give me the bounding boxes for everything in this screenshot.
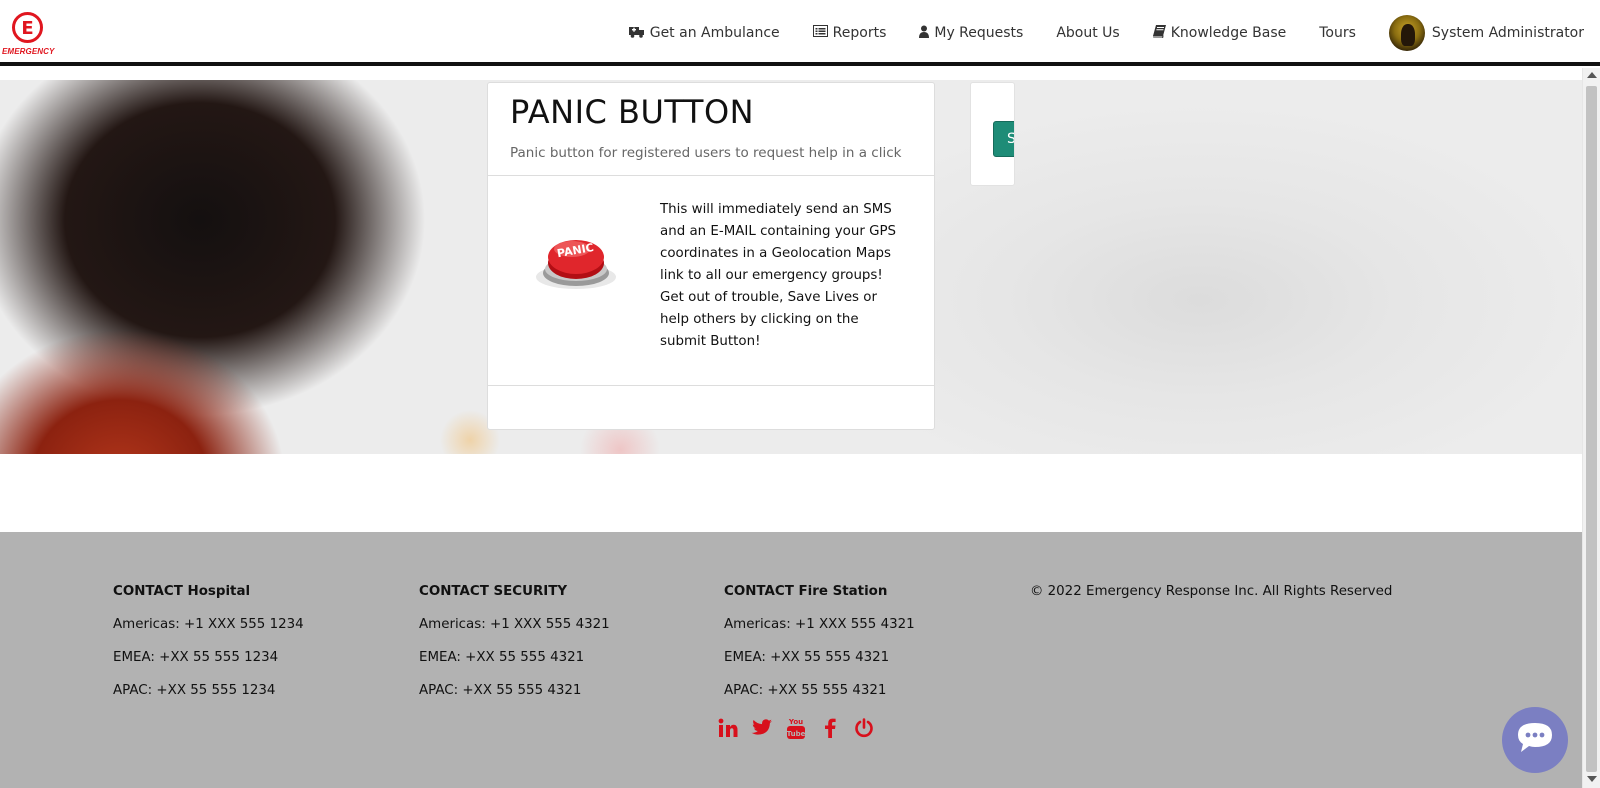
- user-icon: [919, 25, 930, 42]
- nav-get-ambulance[interactable]: Get an Ambulance: [628, 25, 780, 42]
- panic-description: This will immediately send an SMS and an…: [660, 202, 897, 349]
- panic-card: PANIC BUTTON Panic button for registered…: [487, 82, 935, 430]
- book-icon: [1152, 24, 1166, 42]
- card-divider: [488, 385, 934, 386]
- contact-security: CONTACT SECURITY Americas: +1 XXX 555 43…: [419, 584, 610, 716]
- footer-contact-line: APAC: +XX 55 555 4321: [419, 683, 582, 698]
- footer-contact-line: EMEA: +XX 55 555 4321: [724, 650, 890, 665]
- contact-hospital: CONTACT Hospital Americas: +1 XXX 555 12…: [113, 584, 304, 716]
- emergency-logo[interactable]: E EMERGENCY: [2, 12, 55, 60]
- top-navbar: E EMERGENCY Get an Ambulance Reports My …: [0, 0, 1600, 66]
- user-name: System Administrator: [1431, 25, 1584, 41]
- linkedin-icon[interactable]: [716, 716, 740, 740]
- nav-label-my-requests: My Requests: [934, 25, 1024, 41]
- footer-contact-line: Americas: +1 XXX 555 1234: [113, 617, 304, 632]
- ambulance-icon: [628, 25, 645, 42]
- footer: CONTACT Hospital Americas: +1 XXX 555 12…: [0, 532, 1582, 788]
- footer-contact-line: APAC: +XX 55 555 4321: [724, 683, 887, 698]
- footer-heading: CONTACT SECURITY: [419, 584, 568, 599]
- chat-button[interactable]: [1502, 707, 1568, 773]
- footer-contact-line: EMEA: +XX 55 555 1234: [113, 650, 279, 665]
- footer-heading: CONTACT Hospital: [113, 584, 251, 599]
- panic-button-image[interactable]: PANIC: [530, 223, 622, 295]
- contact-fire-station: CONTACT Fire Station Americas: +1 XXX 55…: [724, 584, 915, 716]
- scroll-down-arrow[interactable]: [1587, 776, 1597, 782]
- nav-label-knowledge-base: Knowledge Base: [1170, 25, 1287, 41]
- footer-contact-line: EMEA: +XX 55 555 4321: [419, 650, 585, 665]
- svg-text:Tube: Tube: [787, 730, 806, 738]
- power-icon[interactable]: [852, 716, 876, 740]
- twitter-icon[interactable]: [750, 716, 774, 740]
- nav-reports[interactable]: Reports: [812, 25, 887, 41]
- youtube-icon[interactable]: You Tube: [784, 716, 808, 740]
- avatar: [1388, 15, 1425, 51]
- nav-label-tours: Tours: [1319, 25, 1356, 41]
- social-links: You Tube: [716, 716, 886, 740]
- submit-card: Submit: [970, 82, 1015, 186]
- nav-my-requests[interactable]: My Requests: [919, 25, 1023, 42]
- footer-contact-line: Americas: +1 XXX 555 4321: [419, 617, 610, 632]
- footer-contact-line: Americas: +1 XXX 555 4321: [724, 617, 915, 632]
- footer-heading: CONTACT Fire Station: [724, 584, 888, 599]
- nav-about-us[interactable]: About Us: [1056, 25, 1119, 41]
- chat-icon: [1514, 720, 1556, 760]
- nav-links: Get an Ambulance Reports My Requests Abo…: [596, 14, 1584, 52]
- page-title: PANIC BUTTON: [510, 93, 755, 131]
- user-menu[interactable]: System Administrator: [1388, 15, 1584, 51]
- list-icon: [812, 25, 828, 41]
- nav-label-about-us: About Us: [1056, 25, 1120, 41]
- logo-letter: E: [21, 18, 34, 39]
- scroll-up-arrow[interactable]: [1587, 72, 1597, 78]
- footer-contact-line: APAC: +XX 55 555 1234: [113, 683, 276, 698]
- facebook-icon[interactable]: [818, 716, 842, 740]
- card-divider: [488, 175, 934, 176]
- submit-button[interactable]: Submit: [993, 121, 1014, 157]
- card-subtitle: Panic button for registered users to req…: [510, 145, 902, 161]
- nav-knowledge-base[interactable]: Knowledge Base: [1152, 24, 1287, 42]
- nav-label-reports: Reports: [832, 25, 887, 41]
- nav-label-ambulance: Get an Ambulance: [649, 25, 780, 41]
- svg-text:You: You: [788, 718, 803, 726]
- logo-text: EMERGENCY: [2, 47, 55, 56]
- nav-tours[interactable]: Tours: [1319, 25, 1356, 41]
- scroll-thumb[interactable]: [1586, 86, 1597, 772]
- copyright: © 2022 Emergency Response Inc. All Right…: [1030, 584, 1393, 599]
- logo-circle: E: [12, 12, 43, 43]
- page-scrollbar[interactable]: [1582, 68, 1600, 788]
